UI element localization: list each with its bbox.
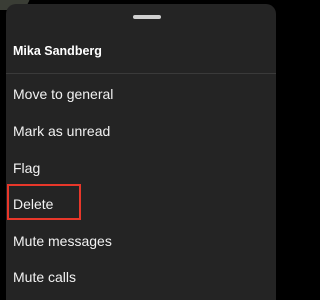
- sheet-title: Mika Sandberg: [13, 44, 102, 58]
- menu-item-mark-as-unread[interactable]: Mark as unread: [13, 119, 110, 143]
- bottom-sheet: Mika Sandberg Move to general Mark as un…: [6, 4, 276, 300]
- menu-item-mute-messages[interactable]: Mute messages: [13, 229, 112, 253]
- drag-handle[interactable]: [133, 15, 161, 19]
- menu-item-flag[interactable]: Flag: [13, 156, 40, 180]
- divider: [6, 73, 276, 74]
- menu-item-mute-calls[interactable]: Mute calls: [13, 265, 76, 289]
- menu-item-delete[interactable]: Delete: [6, 184, 82, 220]
- menu-item-move-to-general[interactable]: Move to general: [13, 82, 113, 106]
